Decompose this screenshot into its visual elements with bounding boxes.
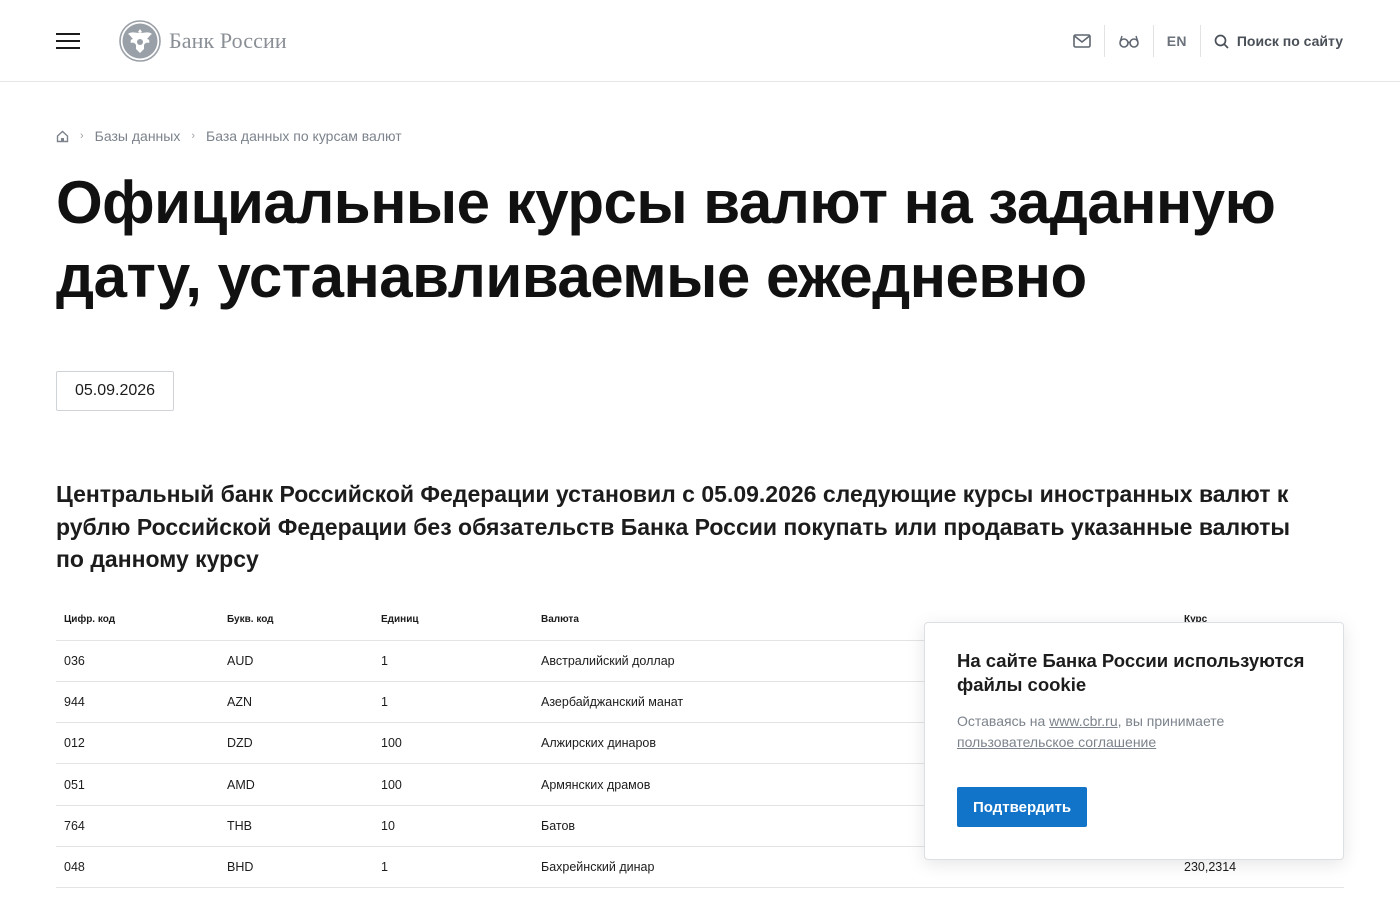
cell-char-code: DZD [219,722,373,765]
site-header: Банк России EN Поиск по сайту [0,0,1400,82]
cell-num-code: 036 [56,640,219,682]
cookie-site-link[interactable]: www.cbr.ru [1049,713,1117,729]
column-header-units: Единиц [373,600,533,641]
language-switch[interactable]: EN [1154,22,1200,60]
search-button[interactable]: Поиск по сайту [1201,22,1356,60]
cell-char-code: AUD [219,640,373,682]
cookie-agreement-link[interactable]: пользовательское соглашение [957,734,1156,750]
cell-units: 100 [373,722,533,765]
chevron-right-icon: › [191,130,196,142]
cell-num-code: 764 [56,805,219,847]
cookie-confirm-button[interactable]: Подтвердить [957,787,1088,827]
breadcrumb-item-databases[interactable]: Базы данных [95,128,181,144]
column-header-char-code: Букв. код [219,600,373,641]
search-label: Поиск по сайту [1236,33,1343,49]
cell-char-code: AZN [219,681,373,724]
cookie-text: Оставаясь на www.cbr.ru, вы принимаете п… [957,711,1297,753]
mail-icon [1072,34,1091,48]
cell-char-code: BHD [219,846,373,889]
cookie-title: На сайте Банка России используются файлы… [957,650,1305,695]
logo-text: Банк России [169,28,287,53]
header-tools: EN Поиск по сайту [1060,22,1356,60]
breadcrumb-item-currency-db[interactable]: База данных по курсам валют [206,128,402,144]
accessibility-button[interactable] [1105,22,1153,60]
mail-button[interactable] [1060,22,1104,60]
breadcrumb: › Базы данных › База данных по курсам ва… [56,128,402,144]
bank-emblem-icon [119,20,161,62]
search-icon [1214,34,1229,49]
menu-icon[interactable] [56,31,80,51]
cell-char-code: THB [219,805,373,847]
date-input[interactable]: 05.09.2026 [56,371,174,411]
cell-units: 1 [373,681,533,724]
cookie-text-before: Оставаясь на [957,713,1050,729]
cell-num-code: 944 [56,681,219,724]
rates-description: Центральный банк Российской Федерации ус… [56,481,1291,572]
glasses-icon [1118,35,1139,48]
cookie-popup: На сайте Банка России используются файлы… [924,622,1344,860]
cell-num-code: 051 [56,763,219,806]
column-header-num-code: Цифр. код [56,600,219,641]
page-title: Официальные курсы валют на заданную дату… [56,169,1276,310]
cell-units: 100 [373,763,533,806]
cell-units: 1 [373,846,533,889]
logo-link[interactable]: Банк России [119,20,287,62]
cell-units: 10 [373,805,533,847]
cell-num-code: 048 [56,846,219,889]
cookie-text-after: , вы принимаете [1117,713,1225,729]
cell-char-code: AMD [219,763,373,806]
chevron-right-icon: › [80,130,84,142]
home-icon[interactable] [56,130,69,143]
cell-num-code: 012 [56,722,219,765]
cell-units: 1 [373,640,533,682]
